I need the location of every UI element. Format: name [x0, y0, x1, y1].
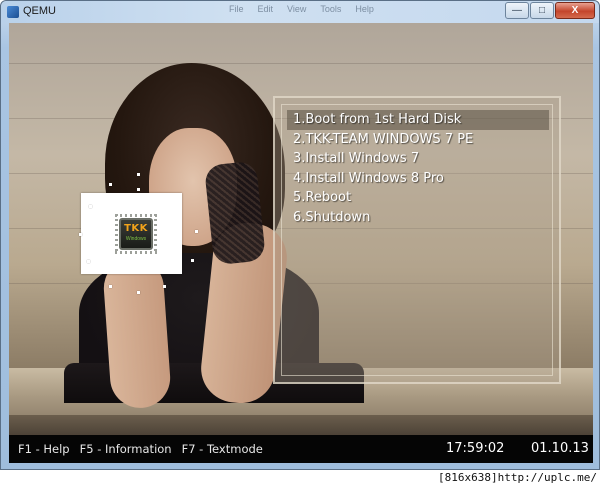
boot-option-hard-disk[interactable]: 1.Boot from 1st Hard Disk: [287, 110, 549, 130]
background-photo-arm: [101, 256, 173, 410]
decor-dot: [191, 259, 194, 262]
menu-bar: File Edit View Tools Help: [229, 4, 374, 18]
chip-pins: [115, 214, 118, 254]
title-bar[interactable]: QEMU File Edit View Tools Help — □ X: [1, 1, 599, 23]
close-button[interactable]: X: [555, 2, 595, 19]
qemu-app-icon: [7, 6, 19, 18]
chip-pins: [154, 214, 157, 254]
wall-line: [9, 63, 593, 64]
tkk-logo: TKK Windows: [81, 193, 182, 274]
decor-dot: [137, 291, 140, 294]
boot-option-shutdown[interactable]: 6.Shutdown: [287, 208, 549, 228]
status-bar: F1 - Help F5 - Information F7 - Textmode…: [9, 435, 593, 463]
caption-buttons: — □ X: [505, 2, 595, 19]
menu-edit[interactable]: Edit: [258, 4, 274, 18]
decor-dot: [195, 230, 198, 233]
menu-tools[interactable]: Tools: [320, 4, 341, 18]
clock: 17:59:02: [446, 441, 505, 456]
menu-view[interactable]: View: [287, 4, 306, 18]
boot-menu-panel: 1.Boot from 1st Hard Disk 2.TKK-TEAM WIN…: [273, 96, 561, 384]
vm-screen[interactable]: TKK Windows 1.Boot from 1st Hard Disk 2.…: [9, 23, 593, 463]
decor-dot: [137, 188, 140, 191]
boot-option-win7-pe[interactable]: 2.TKK-TEAM WINDOWS 7 PE: [287, 130, 549, 150]
decor-dot: [163, 285, 166, 288]
hotkey-help[interactable]: F1 - Help: [18, 442, 70, 456]
logo-text: TKK: [124, 223, 148, 234]
date: 01.10.13: [531, 441, 589, 456]
logo-subtext: Windows: [125, 236, 147, 242]
boot-menu-list: 1.Boot from 1st Hard Disk 2.TKK-TEAM WIN…: [287, 110, 549, 227]
chip-pins: [115, 214, 157, 217]
decor-dot: [79, 233, 82, 236]
watermark: [816x638]http://uplc.me/: [438, 470, 597, 486]
boot-option-install-win7[interactable]: 3.Install Windows 7: [287, 149, 549, 169]
window-title: QEMU: [23, 5, 56, 17]
boot-option-install-win8[interactable]: 4.Install Windows 8 Pro: [287, 169, 549, 189]
background-photo-glove: [203, 160, 267, 266]
decor-dot: [109, 285, 112, 288]
hotkey-textmode[interactable]: F7 - Textmode: [182, 442, 263, 456]
hotkey-hints: F1 - Help F5 - Information F7 - Textmode: [18, 442, 263, 456]
hotkey-information[interactable]: F5 - Information: [80, 442, 172, 456]
decor-dot: [89, 205, 92, 208]
decor-dot: [87, 260, 90, 263]
decor-dot: [137, 173, 140, 176]
qemu-window: QEMU File Edit View Tools Help — □ X TKK…: [0, 0, 600, 470]
decor-dot: [109, 183, 112, 186]
chip-pins: [115, 251, 157, 254]
menu-file[interactable]: File: [229, 4, 244, 18]
maximize-button[interactable]: □: [530, 2, 554, 19]
chip-icon: TKK Windows: [119, 218, 153, 250]
menu-help[interactable]: Help: [355, 4, 374, 18]
minimize-button[interactable]: —: [505, 2, 529, 19]
boot-option-reboot[interactable]: 5.Reboot: [287, 188, 549, 208]
